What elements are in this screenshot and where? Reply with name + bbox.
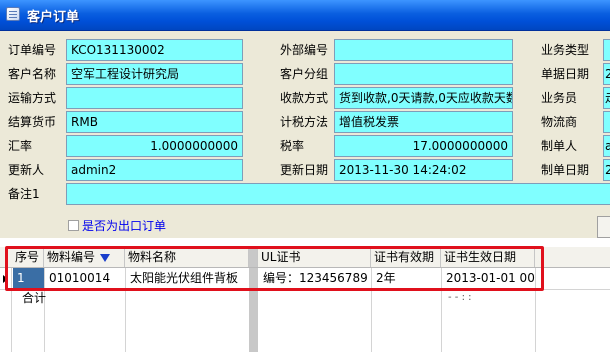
tax-method-label: 计税方法	[280, 115, 329, 129]
cell-seq[interactable]: 1	[13, 268, 44, 289]
customer-group-field[interactable]	[334, 63, 513, 85]
create-date-field[interactable]: 2	[603, 159, 610, 181]
col-header-ul-cert[interactable]: UL证书	[258, 247, 371, 267]
order-header-form: 订单编号 KCO131130002 外部编号 业务类型 客户名称 空军工程设计研…	[0, 31, 610, 238]
customer-group-label: 客户分组	[280, 67, 329, 81]
external-no-field[interactable]	[334, 39, 513, 61]
summary-date-placeholder: - - : :	[448, 292, 472, 303]
salesman-label: 业务员	[541, 91, 578, 105]
payment-label: 收款方式	[280, 91, 329, 105]
logistics-field[interactable]	[603, 111, 610, 133]
cell-cert-validity[interactable]: 2年	[372, 268, 441, 289]
col-header-cert-validity[interactable]: 证书有效期	[371, 247, 441, 267]
creator-label: 制单人	[541, 139, 578, 153]
transport-field[interactable]	[66, 87, 243, 109]
window-title: 客户订单	[27, 10, 80, 25]
salesman-field[interactable]: 走	[603, 87, 610, 109]
order-no-label: 订单编号	[8, 43, 57, 57]
external-no-label: 外部编号	[280, 43, 329, 57]
table-row[interactable]: 1 01010014 太阳能光伏组件背板 编号：123456789 2年 201…	[0, 268, 610, 290]
customer-name-label: 客户名称	[8, 67, 57, 81]
col-header-blank	[535, 247, 610, 267]
exchange-rate-label: 汇率	[8, 139, 33, 153]
create-date-label: 制单日期	[541, 163, 590, 177]
logistics-label: 物流商	[541, 115, 578, 129]
payment-field[interactable]: 货到收款,0天请款,0天应收款天数	[334, 87, 513, 109]
biz-type-field[interactable]	[603, 39, 610, 61]
window-icon	[6, 7, 20, 21]
biz-type-label: 业务类型	[541, 43, 590, 57]
remark-field[interactable]	[66, 183, 610, 205]
sort-desc-icon[interactable]	[100, 253, 111, 262]
col-header-seq[interactable]: 序号	[12, 247, 44, 267]
cell-material-no[interactable]: 01010014	[45, 268, 125, 289]
order-no-field[interactable]: KCO131130002	[66, 39, 243, 61]
update-date-label: 更新日期	[280, 163, 329, 177]
creator-field[interactable]: a	[603, 135, 610, 157]
remark-label: 备注1	[8, 187, 40, 201]
update-date-field[interactable]: 2013-11-30 14:24:02	[334, 159, 513, 181]
updater-field[interactable]: admin2	[66, 159, 243, 181]
doc-date-field[interactable]: 2	[603, 63, 610, 85]
col-header-material-name[interactable]: 物料名称	[125, 247, 249, 267]
grid-header: 序号 物料编号 物料名称 UL证书 证书有效期 证书生效日期	[0, 247, 610, 268]
tax-rate-label: 税率	[280, 139, 305, 153]
updater-label: 更新人	[8, 163, 45, 177]
tax-method-field[interactable]: 增值税发票	[334, 111, 513, 133]
col-header-material-no-label: 物料编号	[47, 250, 96, 264]
cell-ul-cert[interactable]: 编号：123456789	[259, 268, 371, 289]
row-pointer-icon	[3, 275, 8, 283]
col-header-hidden	[249, 247, 258, 267]
cell-cert-effective-date[interactable]: 2013-01-01 00:0	[442, 268, 535, 289]
transport-label: 运输方式	[8, 91, 57, 105]
col-header-material-no[interactable]: 物料编号	[44, 247, 125, 267]
export-checkbox-label: 是否为出口订单	[82, 219, 167, 233]
export-checkbox-box[interactable]	[68, 220, 79, 231]
col-header-cert-effective-date[interactable]: 证书生效日期	[441, 247, 535, 267]
order-lines-grid: 序号 物料编号 物料名称 UL证书 证书有效期 证书生效日期 1 0101001…	[0, 238, 610, 352]
currency-label: 结算货币	[8, 115, 57, 129]
currency-field[interactable]: RMB	[66, 111, 243, 133]
doc-date-label: 单据日期	[541, 67, 590, 81]
customer-name-field[interactable]: 空军工程设计研究局	[66, 63, 243, 85]
summary-label: 合计	[22, 291, 47, 305]
tax-rate-field[interactable]: 17.0000000000	[334, 135, 513, 157]
cell-material-name[interactable]: 太阳能光伏组件背板	[126, 268, 249, 289]
title-bar[interactable]: 客户订单	[0, 0, 610, 31]
side-button[interactable]	[597, 216, 610, 238]
exchange-rate-field[interactable]: 1.0000000000	[66, 135, 243, 157]
summary-row: 合计 - - : :	[0, 291, 610, 305]
